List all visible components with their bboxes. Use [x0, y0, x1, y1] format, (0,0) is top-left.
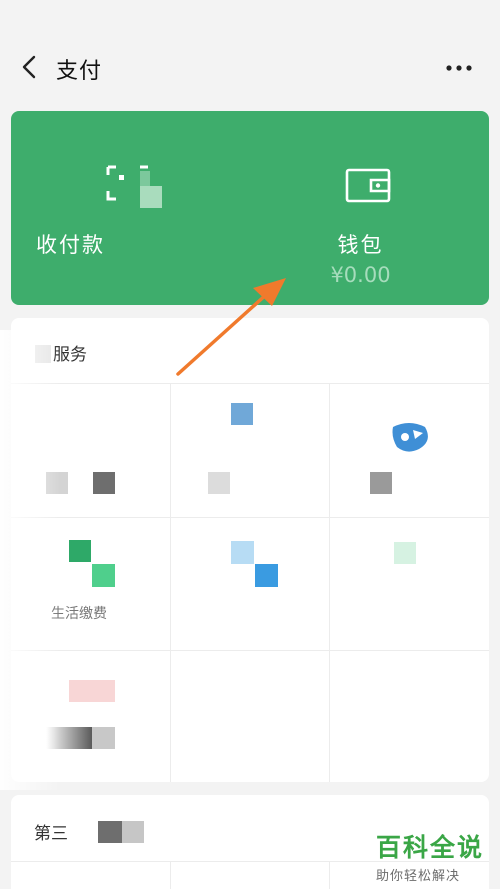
- wallet-balance: ¥0.00: [330, 263, 391, 287]
- divider: [170, 861, 171, 889]
- blurred-icon: [122, 821, 144, 843]
- service-tile-6[interactable]: [329, 518, 488, 651]
- blurred-icon: [231, 403, 253, 425]
- blurred-icon: [69, 540, 91, 562]
- pay-card: 收付款 钱包 ¥0.00: [11, 111, 489, 305]
- divider: [329, 861, 330, 889]
- services-card: 服务 生活缴费: [11, 318, 489, 782]
- wallet-button[interactable]: 钱包 ¥0.00: [250, 111, 489, 305]
- more-horizontal-icon: [446, 65, 472, 71]
- watermark-title: 百科全说: [376, 833, 485, 862]
- blurred-icon: [392, 423, 428, 452]
- watermark: 百科全说 助你轻松解决: [376, 828, 488, 884]
- blurred-icon: [93, 472, 115, 494]
- page: 支付 收付款 钱包 ¥0.00 服务 生活缴费 第三 百科全说 助你轻松解决: [0, 0, 500, 889]
- qr-scan-icon: [106, 165, 162, 208]
- back-button[interactable]: [16, 52, 44, 82]
- blurred-icon: [255, 564, 278, 587]
- blurred-icon: [231, 541, 254, 564]
- page-title: 支付: [56, 59, 103, 84]
- service-tile-3[interactable]: [329, 384, 488, 517]
- third-party-title: 第三: [34, 819, 144, 844]
- blurred-icon: [92, 727, 115, 749]
- wallet-label: 钱包: [337, 233, 384, 257]
- blurred-icon: [92, 564, 115, 587]
- blur-overlay: [0, 330, 60, 790]
- blurred-icon: [69, 680, 115, 702]
- blurred-icon: [208, 472, 230, 494]
- collect-pay-label: 收付款: [36, 233, 105, 257]
- top-bar: 支付: [0, 0, 500, 110]
- service-tile-2[interactable]: [170, 384, 329, 517]
- blurred-icon: [370, 472, 392, 494]
- collect-pay-button[interactable]: 收付款: [11, 111, 250, 305]
- blurred-icon: [394, 542, 416, 564]
- blurred-icon: [98, 821, 122, 843]
- service-tile-5[interactable]: [170, 518, 329, 651]
- more-button[interactable]: [444, 58, 476, 78]
- chevron-left-icon: [22, 55, 36, 79]
- wallet-icon: [345, 168, 391, 203]
- watermark-subtitle: 助你轻松解决: [376, 869, 461, 884]
